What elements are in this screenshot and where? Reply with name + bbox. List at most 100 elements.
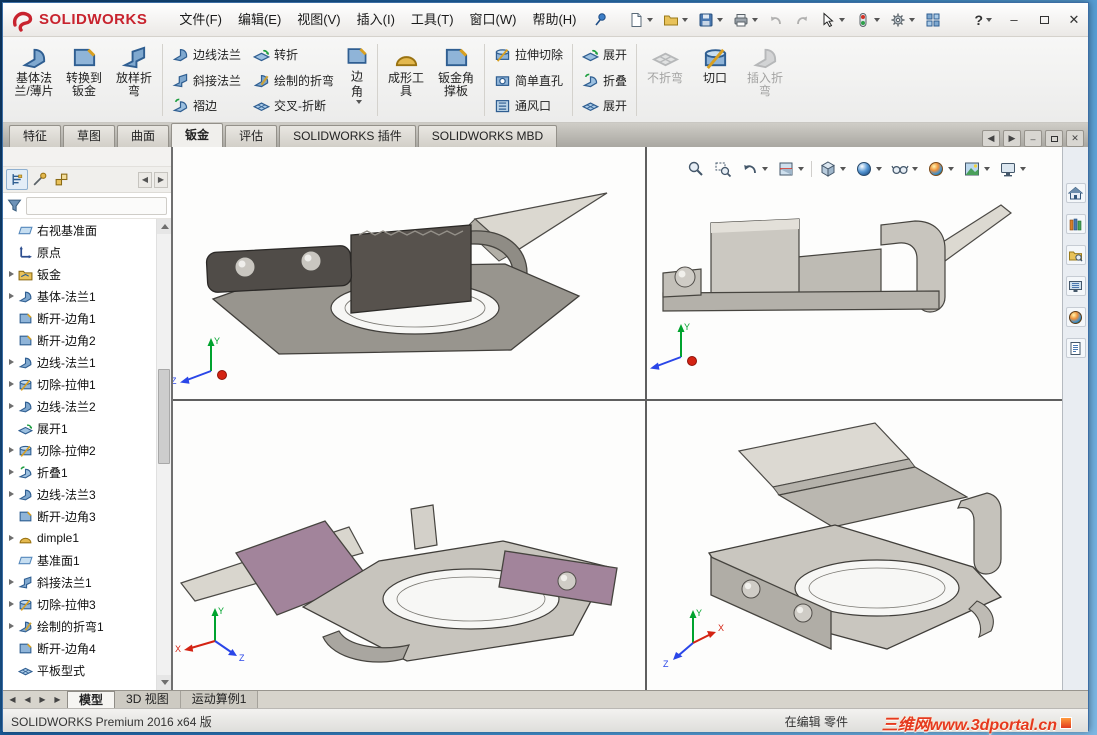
tree-item-dimple1[interactable]: dimple1 (3, 527, 156, 549)
doc-minimize-button[interactable]: – (1024, 130, 1042, 147)
rip-button[interactable]: 切口 (690, 40, 740, 120)
help-button[interactable]: ? (968, 12, 998, 28)
custom-properties-button[interactable] (1065, 338, 1086, 358)
tree-item-cut-extrude2[interactable]: 切除-拉伸2 (3, 439, 156, 461)
expand-arrow-icon[interactable] (6, 491, 17, 497)
panel-collapse-button[interactable]: ◀ (138, 171, 152, 188)
lofted-bend-button[interactable]: 放样折 弯 (109, 40, 159, 120)
rebuild-dropdown-caret[interactable] (873, 17, 880, 22)
viewport-quadrant-top-left[interactable]: Z Y (173, 147, 645, 399)
tab-sketch[interactable]: 草图 (63, 125, 116, 147)
flatten-button[interactable]: 展开 (576, 93, 633, 118)
tree-item-miter-flange1[interactable]: 斜接法兰1 (3, 571, 156, 593)
tab-solidworks-addins[interactable]: SOLIDWORKS 插件 (279, 125, 416, 147)
unfold-button[interactable]: 展开 (576, 42, 633, 67)
hem-button[interactable]: 褶边 (166, 93, 247, 118)
select-button[interactable] (816, 7, 849, 33)
tree-item-plane1[interactable]: 基准面1 (3, 549, 156, 571)
jog-button[interactable]: 转折 (247, 42, 340, 67)
menu-edit[interactable]: 编辑(E) (230, 4, 289, 36)
cross-break-button[interactable]: 交叉-折断 (247, 93, 340, 118)
tree-item-break-corner1[interactable]: 断开-边角1 (3, 307, 156, 329)
tab-features[interactable]: 特征 (9, 125, 62, 147)
menu-tools[interactable]: 工具(T) (403, 4, 462, 36)
tree-item-fold1[interactable]: 折叠1 (3, 461, 156, 483)
viewport-quadrant-top-right[interactable]: Z Y (647, 147, 1064, 399)
tree-item-edge-flange3[interactable]: 边线-法兰3 (3, 483, 156, 505)
tree-item-unfold1[interactable]: 展开1 (3, 417, 156, 439)
tree-item-origin[interactable]: 原点 (3, 241, 156, 263)
expand-arrow-icon[interactable] (6, 579, 17, 585)
tab-solidworks-mbd[interactable]: SOLIDWORKS MBD (417, 125, 558, 147)
vent-button[interactable]: 通风口 (488, 93, 569, 118)
miter-flange-button[interactable]: 斜接法兰 (166, 68, 247, 93)
panel-expand-button[interactable]: ▶ (154, 171, 168, 188)
next-tab-button[interactable]: ▶ (36, 695, 49, 704)
expand-arrow-icon[interactable] (6, 359, 17, 365)
tab-sheet-metal[interactable]: 钣金 (171, 123, 224, 147)
save-dropdown-caret[interactable] (716, 17, 723, 22)
tree-item-right-plane[interactable]: 右视基准面 (3, 219, 156, 241)
minimize-button[interactable]: – (1000, 8, 1028, 32)
base-flange-button[interactable]: 基体法 兰/薄片 (9, 40, 59, 120)
menu-insert[interactable]: 插入(I) (349, 4, 403, 36)
previous-view-button[interactable] (739, 158, 770, 180)
tree-item-base-flange1[interactable]: 基体-法兰1 (3, 285, 156, 307)
corner-dropdown-caret[interactable] (355, 100, 362, 104)
fold-button[interactable]: 折叠 (576, 68, 633, 93)
expand-arrow-icon[interactable] (6, 271, 17, 277)
expand-arrow-icon[interactable] (6, 447, 17, 453)
viewport-quadrant-bottom-right[interactable]: X Y Z (647, 401, 1064, 690)
close-button[interactable]: ✕ (1060, 8, 1088, 32)
expand-arrow-icon[interactable] (6, 601, 17, 607)
display-style-caret[interactable] (876, 167, 882, 171)
edit-appearance-caret[interactable] (948, 167, 954, 171)
viewport-splitter-vertical[interactable] (645, 147, 647, 690)
prev-tab-button[interactable]: ◀ (21, 695, 34, 704)
view-orientation-caret[interactable] (840, 167, 846, 171)
maximize-button[interactable] (1030, 8, 1058, 32)
expand-arrow-icon[interactable] (6, 469, 17, 475)
corner-button[interactable]: 边角 (340, 40, 374, 120)
apply-scene-button[interactable] (961, 158, 992, 180)
apply-scene-caret[interactable] (984, 167, 990, 171)
tree-item-edge-flange2[interactable]: 边线-法兰2 (3, 395, 156, 417)
file-explorer-button[interactable] (1065, 245, 1086, 265)
simple-hole-button[interactable]: 简单直孔 (488, 68, 569, 93)
new-dropdown-caret[interactable] (646, 17, 653, 22)
tree-item-flat-pattern[interactable]: 平板型式 (3, 659, 156, 681)
menu-file[interactable]: 文件(F) (171, 4, 230, 36)
resources-button[interactable] (921, 7, 945, 33)
tab-model[interactable]: 模型 (67, 691, 116, 708)
print-dropdown-caret[interactable] (751, 17, 758, 22)
pane-scroll-left-button[interactable]: ◀ (982, 130, 1000, 147)
convert-to-sheet-metal-button[interactable]: 转换到 钣金 (59, 40, 109, 120)
tree-item-edge-flange1[interactable]: 边线-法兰1 (3, 351, 156, 373)
hide-show-items-button[interactable] (889, 158, 920, 180)
expand-arrow-icon[interactable] (6, 403, 17, 409)
options-dropdown-caret[interactable] (908, 17, 915, 22)
view-settings-caret[interactable] (1020, 167, 1026, 171)
menu-view[interactable]: 视图(V) (289, 4, 348, 36)
select-dropdown-caret[interactable] (838, 17, 845, 22)
new-button[interactable] (624, 7, 657, 33)
print-button[interactable] (729, 7, 762, 33)
doc-close-button[interactable]: ✕ (1066, 130, 1084, 147)
propertymanager-tab[interactable] (28, 169, 50, 190)
tree-item-break-corner2[interactable]: 断开-边角2 (3, 329, 156, 351)
forming-tool-button[interactable]: 成形工 具 (381, 40, 431, 120)
open-button[interactable] (659, 7, 692, 33)
zoom-to-area-button[interactable] (712, 158, 734, 180)
open-dropdown-caret[interactable] (681, 17, 688, 22)
tab-evaluate[interactable]: 评估 (225, 125, 278, 147)
graphics-viewport[interactable]: Z Y Y X Y Z X Y Z (173, 147, 1064, 690)
menu-window[interactable]: 窗口(W) (462, 4, 525, 36)
tab-3d-views[interactable]: 3D 视图 (115, 691, 181, 708)
extruded-cut-button[interactable]: 拉伸切除 (488, 42, 569, 67)
expand-arrow-icon[interactable] (6, 535, 17, 541)
viewport-quadrant-bottom-left[interactable]: X Y Z (173, 401, 645, 690)
help-dropdown-caret[interactable] (986, 17, 992, 22)
last-tab-button[interactable]: ▶ (51, 695, 64, 704)
expand-arrow-icon[interactable] (6, 623, 17, 629)
tree-item-break-corner4[interactable]: 断开-边角4 (3, 637, 156, 659)
